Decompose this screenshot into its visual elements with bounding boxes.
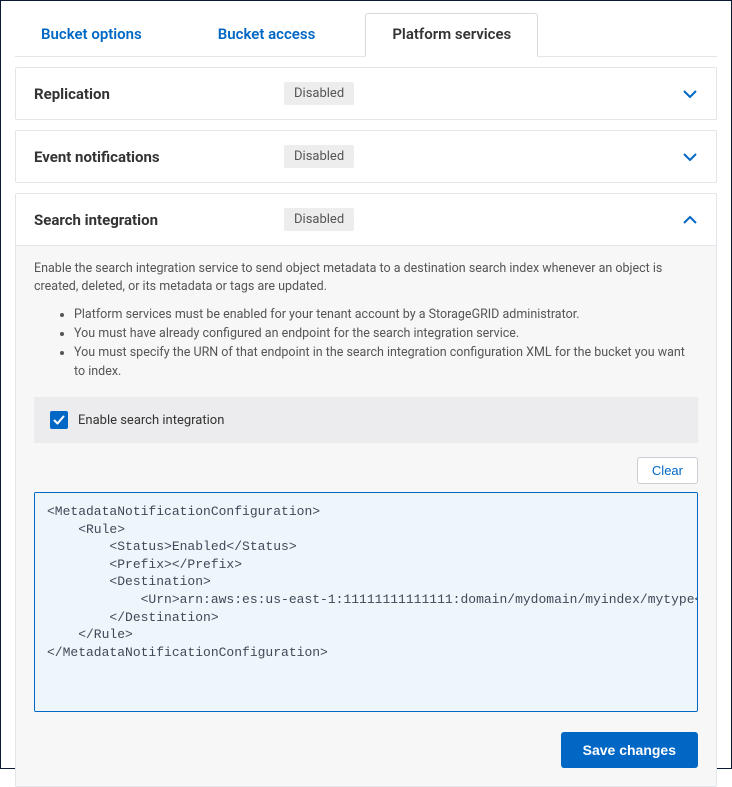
search-requirements-list: Platform services must be enabled for yo… bbox=[34, 306, 698, 381]
section-header-replication[interactable]: Replication Disabled bbox=[16, 68, 716, 119]
status-badge: Disabled bbox=[284, 145, 354, 168]
search-integration-body: Enable the search integration service to… bbox=[16, 245, 716, 786]
clear-button[interactable]: Clear bbox=[637, 457, 698, 484]
section-header-search-integration[interactable]: Search integration Disabled bbox=[16, 194, 716, 245]
tab-platform-services[interactable]: Platform services bbox=[365, 13, 538, 57]
section-header-event-notifications[interactable]: Event notifications Disabled bbox=[16, 131, 716, 182]
tab-bucket-options[interactable]: Bucket options bbox=[15, 13, 168, 56]
save-changes-button[interactable]: Save changes bbox=[561, 732, 698, 768]
page-frame: Bucket options Bucket access Platform se… bbox=[0, 0, 732, 769]
enable-search-row: Enable search integration bbox=[34, 397, 698, 443]
tab-bucket-access[interactable]: Bucket access bbox=[192, 13, 342, 56]
search-description: Enable the search integration service to… bbox=[34, 260, 698, 296]
tab-fill bbox=[538, 13, 717, 56]
section-title: Search integration bbox=[34, 211, 284, 229]
list-item: You must specify the URN of that endpoin… bbox=[74, 344, 698, 382]
tab-bar: Bucket options Bucket access Platform se… bbox=[15, 13, 717, 57]
section-title: Replication bbox=[34, 85, 284, 103]
status-badge: Disabled bbox=[284, 208, 354, 231]
status-badge: Disabled bbox=[284, 82, 354, 105]
section-title: Event notifications bbox=[34, 148, 284, 166]
chevron-down-icon bbox=[682, 86, 698, 102]
list-item: You must have already configured an endp… bbox=[74, 325, 698, 344]
tab-spacer bbox=[168, 13, 192, 56]
clear-row: Clear bbox=[34, 457, 698, 484]
section-replication: Replication Disabled bbox=[15, 67, 717, 120]
enable-search-checkbox[interactable] bbox=[50, 411, 68, 429]
section-event-notifications: Event notifications Disabled bbox=[15, 130, 717, 183]
chevron-up-icon bbox=[682, 212, 698, 228]
chevron-down-icon bbox=[682, 149, 698, 165]
section-search-integration: Search integration Disabled Enable the s… bbox=[15, 193, 717, 787]
search-config-xml-editor[interactable] bbox=[34, 492, 698, 712]
tab-spacer bbox=[341, 13, 365, 56]
save-row: Save changes bbox=[34, 732, 698, 768]
check-icon bbox=[52, 413, 66, 427]
list-item: Platform services must be enabled for yo… bbox=[74, 306, 698, 325]
enable-search-label: Enable search integration bbox=[78, 413, 224, 428]
